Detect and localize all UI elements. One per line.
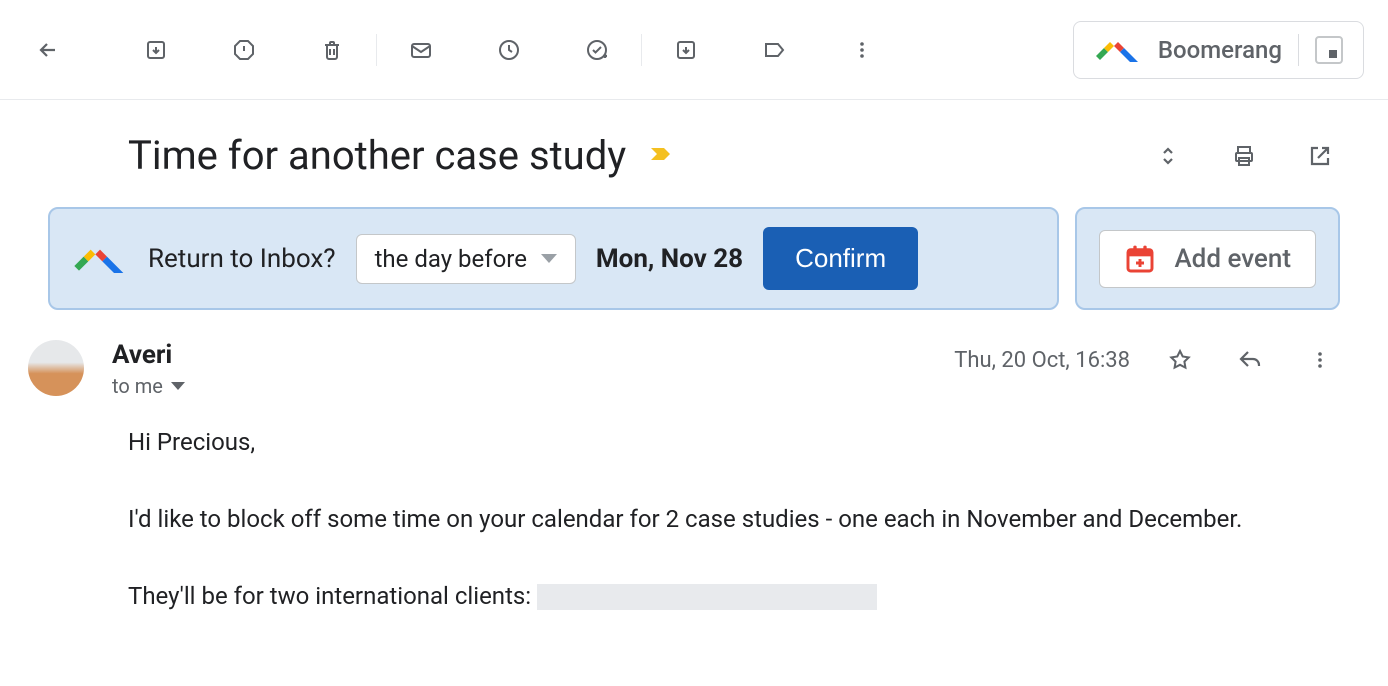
more-icon[interactable] [838, 26, 886, 74]
calendar-add-icon [1124, 243, 1156, 275]
star-icon[interactable] [1160, 340, 1200, 380]
reply-icon[interactable] [1230, 340, 1270, 380]
delete-icon[interactable] [308, 26, 356, 74]
sender-block: Averi to me [112, 340, 926, 398]
print-icon[interactable] [1224, 136, 1264, 176]
back-button[interactable] [24, 26, 72, 74]
boomerang-logo-icon [72, 245, 128, 273]
chevron-down-icon [171, 382, 185, 390]
chevron-down-icon [541, 254, 557, 263]
expand-collapse-icon[interactable] [1148, 136, 1188, 176]
toolbar-group-1 [132, 26, 356, 74]
return-label: Return to Inbox? [148, 244, 336, 274]
return-timing-dropdown[interactable]: the day before [356, 234, 576, 284]
content: Time for another case study Retur [0, 100, 1388, 616]
return-to-inbox-banner: Return to Inbox? the day before Mon, Nov… [48, 207, 1059, 310]
divider [376, 34, 377, 66]
subject-row: Time for another case study [48, 132, 1340, 179]
message-body: Hi Precious, I'd like to block off some … [48, 422, 1340, 616]
open-new-window-icon[interactable] [1300, 136, 1340, 176]
calendar-icon [1315, 36, 1343, 64]
boomerang-button[interactable]: Boomerang [1073, 21, 1364, 79]
message-timestamp: Thu, 20 Oct, 16:38 [954, 348, 1130, 373]
toolbar-group-3 [662, 26, 886, 74]
email-subject: Time for another case study [128, 132, 626, 179]
add-event-label: Add event [1174, 244, 1291, 274]
to-label: to me [112, 374, 163, 398]
message-header: Averi to me Thu, 20 Oct, 16:38 [48, 340, 1340, 398]
sender-name: Averi [112, 340, 926, 370]
divider [641, 34, 642, 66]
add-to-tasks-icon[interactable] [573, 26, 621, 74]
dropdown-value: the day before [375, 245, 527, 273]
body-line2: They'll be for two international clients… [128, 576, 1340, 617]
message-meta: Thu, 20 Oct, 16:38 [954, 340, 1340, 380]
return-date: Mon, Nov 28 [596, 244, 743, 274]
body-line1: I'd like to block off some time on your … [128, 499, 1340, 540]
banner-row: Return to Inbox? the day before Mon, Nov… [48, 207, 1340, 310]
confirm-button[interactable]: Confirm [763, 227, 918, 290]
sender-avatar[interactable] [28, 340, 84, 396]
mark-unread-icon[interactable] [397, 26, 445, 74]
labels-icon[interactable] [750, 26, 798, 74]
recipients-dropdown[interactable]: to me [112, 374, 926, 398]
report-spam-icon[interactable] [220, 26, 268, 74]
archive-icon[interactable] [132, 26, 180, 74]
toolbar: Boomerang [0, 0, 1388, 100]
snooze-icon[interactable] [485, 26, 533, 74]
add-event-banner: Add event [1075, 207, 1340, 310]
message-more-icon[interactable] [1300, 340, 1340, 380]
body-greeting: Hi Precious, [128, 422, 1340, 463]
boomerang-logo-icon [1094, 38, 1142, 62]
subject-actions [1148, 136, 1340, 176]
redacted-text [537, 584, 877, 610]
toolbar-group-2 [397, 26, 621, 74]
move-to-icon[interactable] [662, 26, 710, 74]
label-chevron-icon[interactable] [646, 142, 674, 170]
add-event-button[interactable]: Add event [1099, 230, 1316, 288]
boomerang-label: Boomerang [1158, 36, 1282, 64]
